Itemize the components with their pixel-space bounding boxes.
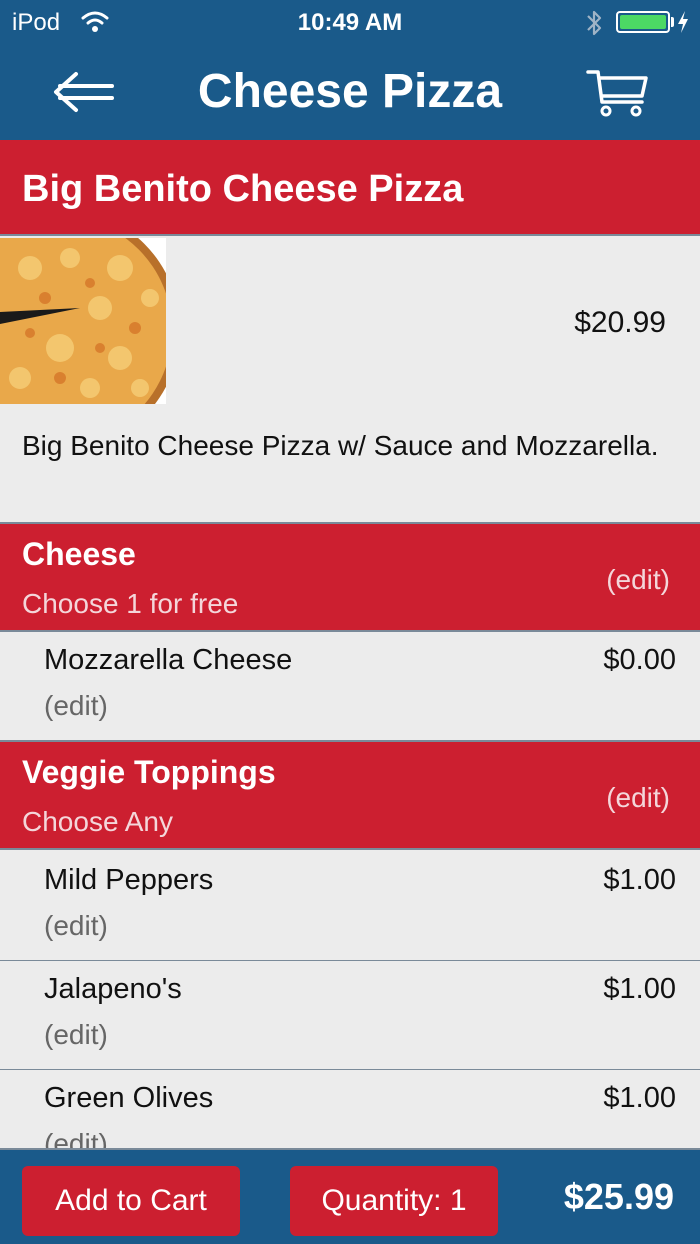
product-price: $20.99 [574,306,666,339]
charging-icon [678,11,688,33]
section-header-cheese[interactable]: Cheese Choose 1 for free (edit) [0,524,700,632]
item-name: Jalapeno's [44,973,182,1005]
navigation-bar: iPod 10:49 AM Cheese Pizza [0,0,700,140]
quantity-button[interactable]: Quantity: 1 [290,1166,498,1236]
list-item[interactable]: Mild Peppers (edit) $1.00 [0,852,700,962]
cart-icon[interactable] [586,68,650,118]
section-subtitle: Choose Any [22,806,173,837]
status-bar: iPod 10:49 AM [0,0,700,46]
pizza-image [0,238,166,404]
item-edit-link[interactable]: (edit) [44,690,108,722]
item-price: $1.00 [603,1082,676,1114]
product-description: Big Benito Cheese Pizza w/ Sauce and Moz… [22,430,659,461]
item-price: $1.00 [603,864,676,896]
product-info: $20.99 Big Benito Cheese Pizza w/ Sauce … [0,236,700,524]
section-header-veggie-toppings[interactable]: Veggie Toppings Choose Any (edit) [0,742,700,850]
product-name: Big Benito Cheese Pizza [22,168,464,210]
item-name: Green Olives [44,1082,214,1114]
section-title: Veggie Toppings [22,754,276,790]
list-item[interactable]: Jalapeno's (edit) $1.00 [0,961,700,1071]
item-edit-link[interactable]: (edit) [44,910,108,942]
item-price: $0.00 [603,644,676,676]
list-item[interactable]: Green Olives (edit) $1.00 [0,1070,700,1148]
battery-tip [671,17,674,27]
item-name: Mozzarella Cheese [44,644,293,676]
bluetooth-icon [587,10,602,36]
item-price: $1.00 [603,973,676,1005]
add-to-cart-button[interactable]: Add to Cart [22,1166,240,1236]
battery-icon [616,11,670,33]
section-title: Cheese [22,536,136,572]
content-scroll-area[interactable]: iPod 10:49 AM Cheese Pizza Big Benito Ch… [0,0,700,1148]
item-edit-link[interactable]: (edit) [44,1128,108,1148]
section-edit-link[interactable]: (edit) [606,782,670,814]
back-arrow-icon[interactable] [50,68,116,116]
list-item[interactable]: Mozzarella Cheese (edit) $0.00 [0,632,700,742]
product-header: Big Benito Cheese Pizza [0,140,700,236]
item-name: Mild Peppers [44,864,214,896]
bottom-toolbar: Add to Cart Quantity: 1 $25.99 [0,1148,700,1244]
section-edit-link[interactable]: (edit) [606,564,670,596]
order-total: $25.99 [563,1176,674,1217]
item-edit-link[interactable]: (edit) [44,1019,108,1051]
section-subtitle: Choose 1 for free [22,588,239,619]
